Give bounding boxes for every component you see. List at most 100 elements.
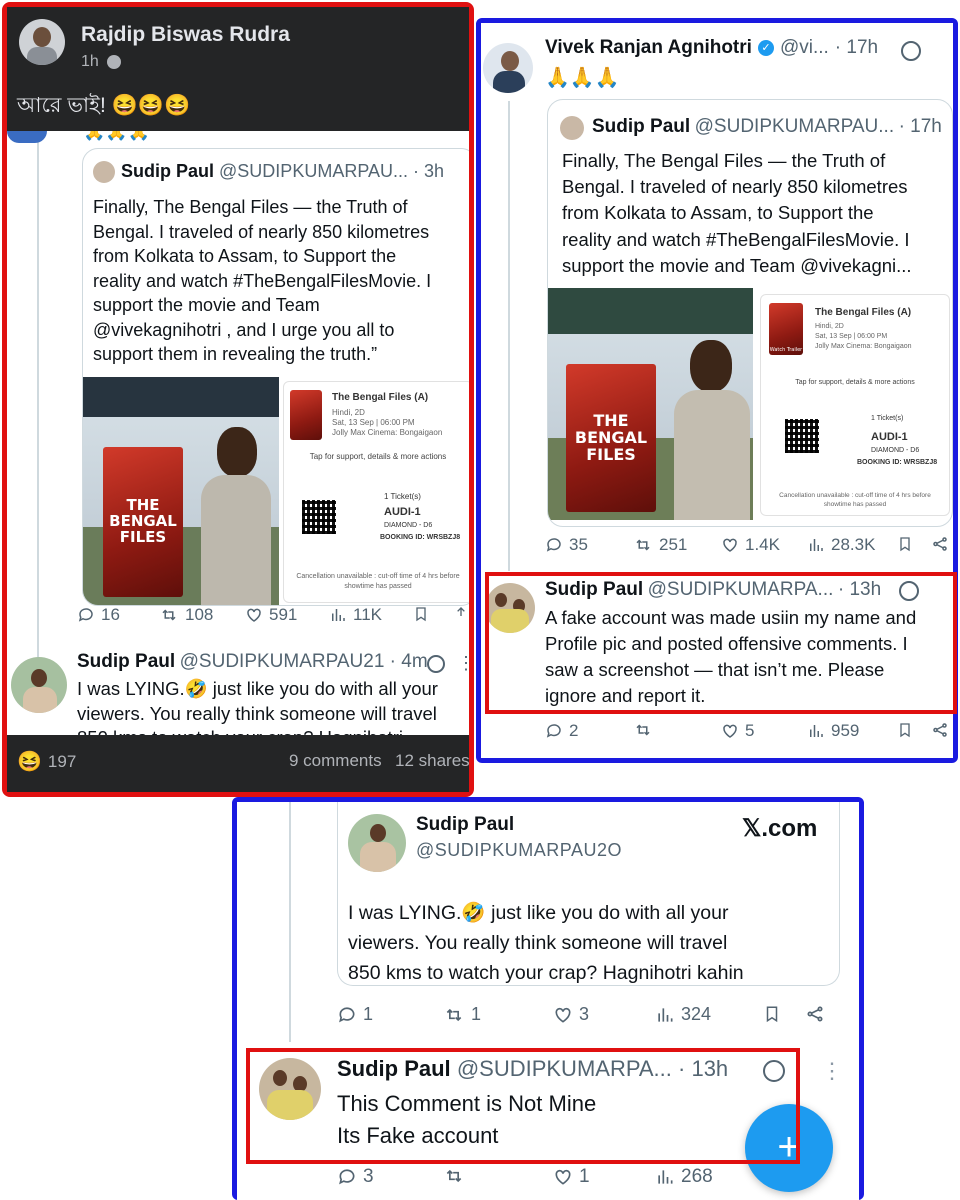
views-stat[interactable]: 324: [655, 1004, 711, 1025]
views-icon: [332, 609, 345, 621]
heart-icon: [555, 1007, 571, 1023]
quote-name: Sudip Paul: [592, 116, 691, 137]
repost-stat[interactable]: [443, 1166, 465, 1186]
share-icon[interactable]: [805, 1004, 825, 1024]
globe-icon: [106, 55, 121, 69]
x-logo: 𝕏.com: [742, 815, 818, 842]
ticket-screenshot[interactable]: Watch Trailer The Bengal Files (A) Hindi…: [760, 294, 950, 516]
quote-handle: @SUDIPKUMARPAU...: [219, 161, 408, 181]
like-stat[interactable]: 3: [553, 1004, 589, 1025]
author-name[interactable]: Rajdip Biswas Rudra: [81, 23, 290, 47]
repost-stat[interactable]: 1: [443, 1004, 481, 1025]
quote-line: support the movie and Team: [93, 295, 320, 315]
ticket-count: 1 Ticket(s): [384, 492, 421, 501]
reactions-count[interactable]: 197: [48, 752, 76, 772]
quote-line: from Kolkata to Assam, to Support the: [562, 202, 874, 224]
movie-poster: THE BENGAL FILES: [566, 364, 656, 512]
quote-media-photo[interactable]: THE BENGAL FILES: [83, 377, 279, 605]
like-stat[interactable]: 591: [245, 605, 297, 625]
grok-icon[interactable]: [901, 41, 921, 61]
tweet-emoji: 🙏🙏🙏: [545, 67, 620, 89]
author-avatar[interactable]: [19, 19, 65, 65]
heart-icon: [723, 538, 737, 552]
repost-icon: [162, 609, 176, 621]
share-icon[interactable]: [453, 605, 469, 623]
post-time: · 17h: [834, 37, 879, 58]
quote-avatar: [560, 116, 584, 140]
ticket-lang: Hindi, 2D: [815, 323, 844, 330]
card-handle: @SUDIPKUMARPAU2O: [416, 840, 622, 860]
fb-post-header: Rajdip Biswas Rudra 1h আরে ভাই! 😆😆😆: [7, 7, 469, 131]
quote-line: Finally, The Bengal Files — the Truth of: [562, 150, 886, 171]
heart-icon: [247, 608, 261, 622]
reply-icon: [546, 724, 561, 738]
reply-stat[interactable]: 2: [545, 721, 578, 741]
reply-stat[interactable]: 1: [337, 1004, 373, 1025]
bookmark-icon[interactable]: [897, 535, 913, 553]
verified-badge-icon: ✓: [757, 40, 774, 56]
bookmark-icon[interactable]: [413, 605, 429, 623]
author-name[interactable]: Vivek Ranjan Agnihotri: [545, 37, 752, 59]
embedded-tweet-card[interactable]: Sudip Paul @SUDIPKUMARPAU2O 𝕏.com I was …: [337, 802, 840, 986]
ticket-cancel: Cancellation unavailable : cut-off time …: [779, 492, 931, 508]
quote-line: from Kolkata to Assam, to Support the: [93, 246, 397, 266]
repost-icon: [636, 539, 650, 551]
views-stat[interactable]: 959: [807, 721, 859, 741]
ticket-lang: Hindi, 2D: [332, 408, 365, 417]
reply-icon: [546, 538, 561, 552]
views-stat[interactable]: 28.3K: [807, 535, 875, 555]
bookmark-icon[interactable]: [763, 1004, 781, 1024]
post-time[interactable]: 1h: [81, 53, 99, 71]
person-photo: [195, 427, 275, 605]
author-avatar[interactable]: [483, 43, 533, 93]
fb-post-footer: 😆 197 9 comments 12 shares: [7, 735, 470, 792]
ticket-action[interactable]: Tap for support, details & more actions: [284, 452, 469, 461]
reply-handle: @SUDIPKUMARPAU21 · 4m: [179, 651, 428, 672]
ticket-action[interactable]: Tap for support, details & more actions: [761, 379, 949, 386]
views-stat[interactable]: 268: [655, 1166, 713, 1188]
more-icon[interactable]: ⋮: [457, 653, 469, 674]
avatar-partial: [7, 131, 47, 143]
repost-stat[interactable]: [633, 721, 653, 739]
card-line: I was LYING.🤣 just like you do with all …: [348, 902, 729, 924]
repost-icon: [446, 1169, 462, 1183]
quote-media-photo[interactable]: THE BENGAL FILES: [548, 288, 753, 520]
quoted-tweet[interactable]: Sudip Paul @SUDIPKUMARPAU... · 3h Finall…: [82, 148, 469, 606]
like-stat[interactable]: 5: [721, 721, 754, 741]
thread-line: [37, 131, 39, 661]
ticket-screenshot[interactable]: The Bengal Files (A) Hindi, 2D Sat, 13 S…: [283, 381, 469, 603]
comments-count[interactable]: 9 comments: [289, 751, 382, 771]
person-photo: [670, 340, 752, 520]
share-icon[interactable]: [931, 535, 949, 553]
movie-poster: THE BENGAL FILES: [103, 447, 183, 597]
post-text: আরে ভাই! 😆😆😆: [17, 94, 191, 117]
repost-stat[interactable]: 108: [159, 605, 213, 625]
reply-icon: [339, 1006, 355, 1022]
reply-icon: [78, 608, 93, 622]
like-stat[interactable]: 1.4K: [721, 535, 780, 555]
bookmark-icon[interactable]: [897, 721, 913, 739]
card-line: viewers. You really think someone will t…: [348, 932, 728, 954]
share-icon[interactable]: [931, 721, 949, 739]
like-stat[interactable]: 1: [553, 1166, 590, 1188]
views-icon: [658, 1007, 673, 1022]
quote-line: Finally, The Bengal Files — the Truth of: [93, 197, 408, 217]
views-stat[interactable]: 11K: [329, 605, 382, 625]
more-icon[interactable]: ⋮: [821, 1058, 843, 1084]
reply-stat[interactable]: 16: [77, 605, 120, 625]
quote-line: @vivekagnihotri , and I urge you all to: [93, 319, 395, 340]
reply-avatar[interactable]: [11, 657, 67, 713]
shares-count[interactable]: 12 shares: [395, 751, 470, 771]
haha-reaction-icon[interactable]: 😆: [17, 749, 42, 774]
quote-line: support the movie and Team @vivekagni...: [562, 254, 912, 276]
ticket-screen: AUDI-1: [871, 431, 908, 443]
repost-stat[interactable]: 251: [633, 535, 687, 555]
reply-stat[interactable]: 35: [545, 535, 588, 555]
reply-icon: [339, 1169, 355, 1185]
reply-stat[interactable]: 3: [337, 1166, 374, 1188]
reply-name[interactable]: Sudip Paul: [77, 651, 175, 672]
grok-icon[interactable]: [427, 655, 445, 673]
quoted-tweet[interactable]: Sudip Paul @SUDIPKUMARPAU... · 17h Final…: [547, 99, 953, 527]
card-line: 850 kms to watch your crap? Hagnihotri k…: [348, 962, 744, 984]
views-icon: [810, 725, 823, 737]
